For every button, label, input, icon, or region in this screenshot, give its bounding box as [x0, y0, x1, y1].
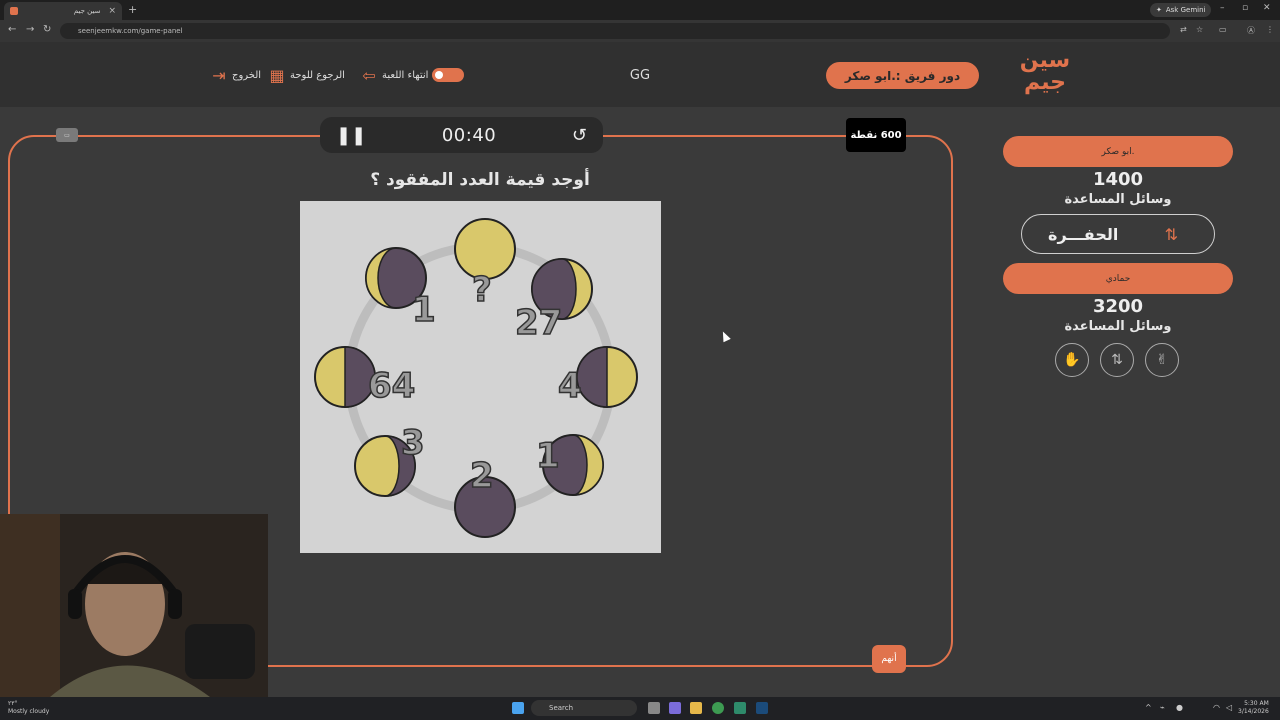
exit-door-icon: ⇥ [212, 65, 226, 85]
puzzle-number-3: 3 [401, 423, 425, 463]
swap-icon: ⇅ [1111, 352, 1123, 368]
arrow-left-icon: ⇦ [362, 65, 376, 85]
address-bar-row: ← → ↻ seenjeemkw.com/game-panel ⇄ ☆ ▭ Ⓐ … [0, 20, 1280, 42]
chrome-icon[interactable] [712, 702, 724, 714]
timer-display: 00:40 [441, 124, 497, 146]
close-tab-icon[interactable]: × [108, 6, 116, 16]
puzzle-number-4: 4 [558, 366, 582, 406]
streamer-video [0, 514, 268, 697]
weather-temp: ٢٣° [8, 700, 18, 707]
tab-title: سين جيم [73, 7, 101, 15]
steam-icon[interactable] [756, 702, 768, 714]
team-score-1: 1400 [1092, 169, 1144, 190]
end-game-label: انتهاء اللعبة [382, 69, 429, 81]
team-score-2: 3200 [1092, 296, 1144, 317]
game-header: سين جيم دور فريق :.ابو صكر GG انتهاء الل… [0, 42, 1280, 107]
browser-tab[interactable]: سين جيم × [4, 2, 122, 20]
moon-right [576, 346, 638, 408]
back-to-board-label: الرجوع للوحة [290, 69, 345, 81]
maximize-icon[interactable]: ▫ [1242, 3, 1248, 13]
aid-swap-button[interactable]: ⇅ [1100, 343, 1134, 377]
team-name-1: .ابو صكر [1003, 136, 1233, 167]
system-clock[interactable]: 5:30 AM 3/14/2026 [1238, 700, 1269, 716]
menu-dots-icon[interactable]: ⋮ [1266, 25, 1274, 34]
sidebar-icon[interactable]: ▭ [1219, 25, 1227, 34]
aid-hafra-button[interactable]: الحفـــرة ⇅ [1021, 214, 1215, 254]
moon-circle-puzzle: ? 27 4 1 2 3 64 1 [314, 218, 638, 538]
exit-label: الخروج [232, 69, 262, 81]
team-name-2: حمادي [1003, 263, 1233, 294]
aid-hand-stop-button[interactable]: ✋ [1055, 343, 1089, 377]
team-turn-indicator: دور فريق :.ابو صكر [826, 62, 979, 89]
back-icon[interactable]: ← [8, 24, 16, 35]
close-window-icon[interactable]: ✕ [1263, 3, 1271, 13]
ask-gemini-label: Ask Gemini [1165, 6, 1206, 14]
file-explorer-icon[interactable] [690, 702, 702, 714]
aid-hafra-label: الحفـــرة [1048, 224, 1119, 244]
windows-taskbar: ٢٣° Mostly cloudy Search ^ ⌁ ● ◠ ◁ 5:30 … [0, 697, 1280, 720]
pause-icon[interactable]: ❚❚ [336, 125, 366, 146]
two-fingers-icon: ✌ [1156, 352, 1168, 368]
puzzle-image: ? 27 4 1 2 3 64 1 [300, 201, 661, 553]
volume-icon[interactable]: ◁ [1226, 703, 1232, 712]
aid-two-fingers-button[interactable]: ✌ [1145, 343, 1179, 377]
network-icon[interactable]: ⌁ [1160, 703, 1165, 712]
weather-text: Mostly cloudy [8, 708, 50, 715]
reset-timer-icon[interactable]: ↺ [572, 125, 587, 146]
exit-button[interactable]: الخروج ⇥ [210, 65, 262, 85]
end-game-button[interactable]: انتهاء اللعبة ⇦ [360, 65, 465, 85]
team-aids-label-2: وسائل المساعدة [1064, 319, 1172, 334]
grid-icon: ▦ [269, 65, 285, 85]
url-text: seenjeemkw.com/game-panel [78, 27, 183, 35]
question-text: أوجد قيمة العدد المفقود ؟ [370, 170, 590, 190]
forward-icon[interactable]: → [26, 24, 34, 35]
puzzle-number-missing: ? [472, 270, 492, 310]
corner-tag[interactable]: ▭ [56, 128, 78, 142]
back-to-board-button[interactable]: الرجوع للوحة ▦ [268, 65, 345, 85]
bookmark-star-icon[interactable]: ☆ [1196, 25, 1203, 34]
search-label: Search [549, 704, 574, 712]
minimize-icon[interactable]: – [1220, 3, 1225, 13]
start-icon[interactable] [512, 702, 524, 714]
translate-icon[interactable]: ⇄ [1180, 25, 1187, 34]
puzzle-number-2: 2 [470, 456, 494, 496]
site-logo[interactable]: سين جيم [1016, 50, 1074, 98]
clock-date: 3/14/2026 [1238, 708, 1269, 715]
end-game-toggle[interactable] [432, 68, 465, 82]
points-badge: 600 نقطة [846, 118, 906, 152]
reload-icon[interactable]: ↻ [43, 24, 51, 35]
puzzle-number-1-right: 1 [536, 436, 560, 476]
swap-arrows-icon: ⇅ [1164, 224, 1178, 244]
mic-icon[interactable]: ● [1176, 703, 1183, 712]
hand-stop-icon: ✋ [1063, 352, 1081, 368]
clock-time: 5:30 AM [1244, 700, 1269, 707]
answer-button[interactable]: أنهم [872, 645, 906, 673]
tray-chevron-icon[interactable]: ^ [1145, 703, 1152, 712]
gemini-icon: ✦ [1156, 6, 1162, 14]
url-field[interactable]: seenjeemkw.com/game-panel [60, 23, 1170, 39]
site-favicon-icon [10, 7, 18, 15]
moon-left [314, 346, 376, 408]
puzzle-number-27: 27 [515, 303, 562, 343]
team-aids-label-1: وسائل المساعدة [1064, 192, 1172, 207]
browser-tab-bar: سين جيم × + ✦ Ask Gemini – ▫ ✕ [0, 0, 1280, 20]
puzzle-number-64: 64 [368, 366, 415, 406]
new-tab-icon[interactable]: + [128, 3, 137, 16]
teams-icon[interactable] [669, 702, 681, 714]
taskbar-search[interactable]: Search [531, 700, 637, 716]
ask-gemini-button[interactable]: ✦ Ask Gemini [1150, 3, 1212, 17]
timer-bar: ❚❚ 00:40 ↺ [320, 117, 603, 153]
webcam-overlay [0, 514, 268, 697]
weather-widget[interactable]: ٢٣° Mostly cloudy [8, 700, 49, 716]
app-icon[interactable] [734, 702, 746, 714]
task-view-icon[interactable] [648, 702, 660, 714]
center-label: GG [629, 68, 651, 83]
puzzle-number-1-left: 1 [412, 290, 436, 330]
wifi-icon[interactable]: ◠ [1213, 703, 1220, 712]
profile-avatar[interactable]: Ⓐ [1247, 25, 1255, 36]
